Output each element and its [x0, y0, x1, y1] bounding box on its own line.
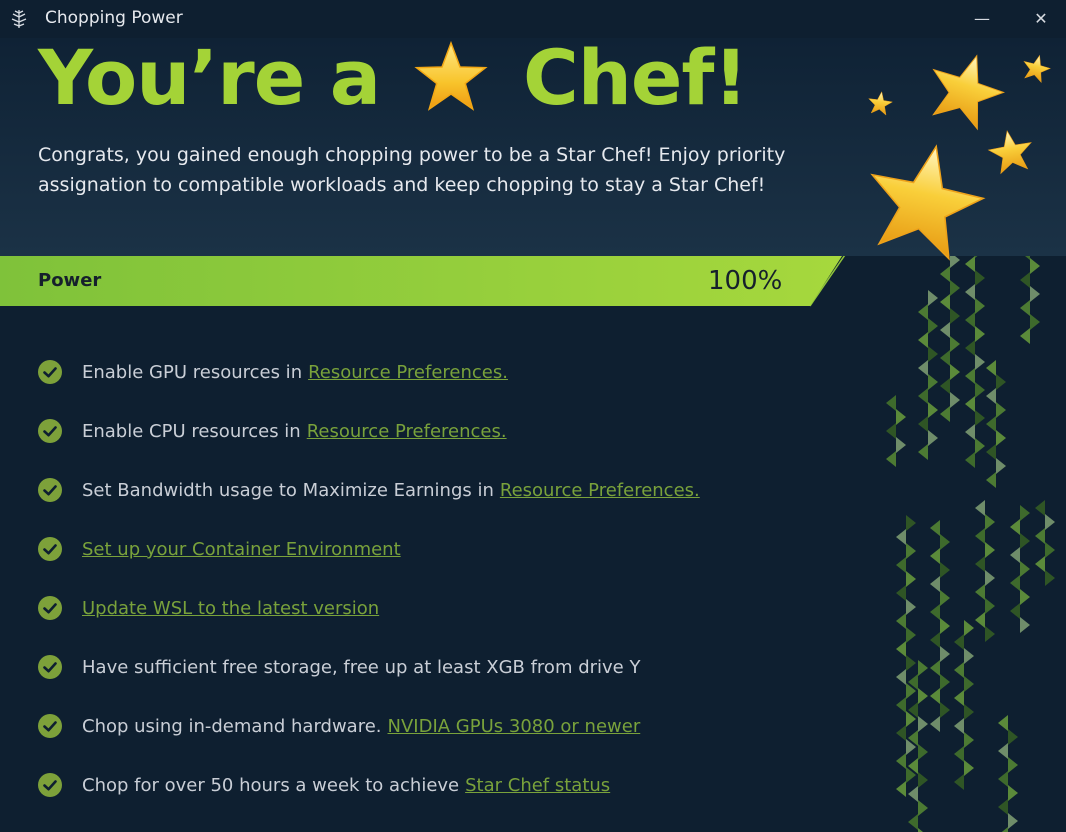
checklist-item: Update WSL to the latest version	[38, 592, 379, 624]
hero-title-suffix: Chef!	[522, 33, 748, 122]
checklist-item: Chop using in-demand hardware. NVIDIA GPU…	[38, 710, 640, 742]
check-circle-icon	[38, 714, 62, 738]
hero-title-prefix: You’re a	[38, 33, 381, 122]
checklist-item-link[interactable]: Star Chef status	[465, 775, 610, 796]
checklist-item-link[interactable]: Resource Preferences.	[308, 362, 508, 383]
checklist-item-text: Chop for over 50 hours a week to achieve	[82, 774, 460, 796]
checklist-item: Chop for over 50 hours a week to achieve…	[38, 769, 610, 801]
checklist-item-link[interactable]: Resource Preferences.	[307, 421, 507, 442]
check-circle-icon	[38, 419, 62, 443]
minimize-button[interactable]: —	[962, 4, 1002, 32]
checklist-item: Enable CPU resources in Resource Preferen…	[38, 415, 507, 447]
checklist-item-link[interactable]: Update WSL to the latest version	[82, 598, 379, 619]
checklist-item-link[interactable]: Set up your Container Environment	[82, 539, 401, 560]
checklist-item: Enable GPU resources in Resource Preferen…	[38, 356, 508, 388]
checklist-item-text: Chop using in-demand hardware.	[82, 715, 382, 737]
power-value: 100%	[708, 266, 783, 296]
checklist-item: Set up your Container Environment	[38, 533, 401, 565]
checklist-item: Have sufficient free storage, free up at…	[38, 651, 640, 683]
checklist-item-link[interactable]: NVIDIA GPUs 3080 or newer	[388, 716, 641, 737]
hero-description: Congrats, you gained enough chopping pow…	[38, 144, 786, 196]
checklist-item-text: Have sufficient free storage, free up at…	[82, 656, 641, 678]
checklist-item-text: Enable GPU resources in	[82, 361, 303, 383]
app-title: Chopping Power	[45, 8, 183, 28]
checklist-item: Set Bandwidth usage to Maximize Earnings…	[38, 474, 700, 506]
hero-title: You’re a Chef!	[38, 40, 748, 116]
check-circle-icon	[38, 537, 62, 561]
check-circle-icon	[38, 360, 62, 384]
star-icon	[414, 40, 489, 111]
check-circle-icon	[38, 773, 62, 797]
checklist-item-text: Enable CPU resources in	[82, 420, 301, 442]
checklist-item-link[interactable]: Resource Preferences.	[500, 480, 700, 501]
check-circle-icon	[38, 655, 62, 679]
checklist-item-text: Set Bandwidth usage to Maximize Earnings…	[82, 479, 494, 501]
check-circle-icon	[38, 478, 62, 502]
close-button[interactable]: ✕	[1021, 4, 1061, 32]
power-label: Power	[38, 270, 102, 291]
check-circle-icon	[38, 596, 62, 620]
chopping-power-logo-icon	[11, 10, 27, 28]
